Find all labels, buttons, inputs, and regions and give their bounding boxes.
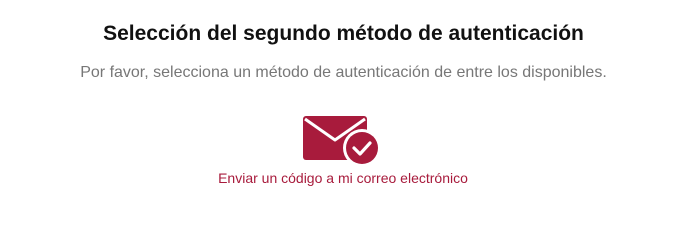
page-title: Selección del segundo método de autentic… — [103, 22, 584, 45]
email-code-method-option[interactable]: Enviar un código a mi correo electrónico — [193, 112, 493, 192]
envelope-check-icon — [303, 116, 383, 168]
page-subtitle: Por favor, selecciona un método de auten… — [80, 64, 607, 81]
auth-method-selection-page: Selección del segundo método de autentic… — [0, 0, 687, 246]
email-code-method-label: Enviar un código a mi correo electrónico — [218, 170, 468, 186]
